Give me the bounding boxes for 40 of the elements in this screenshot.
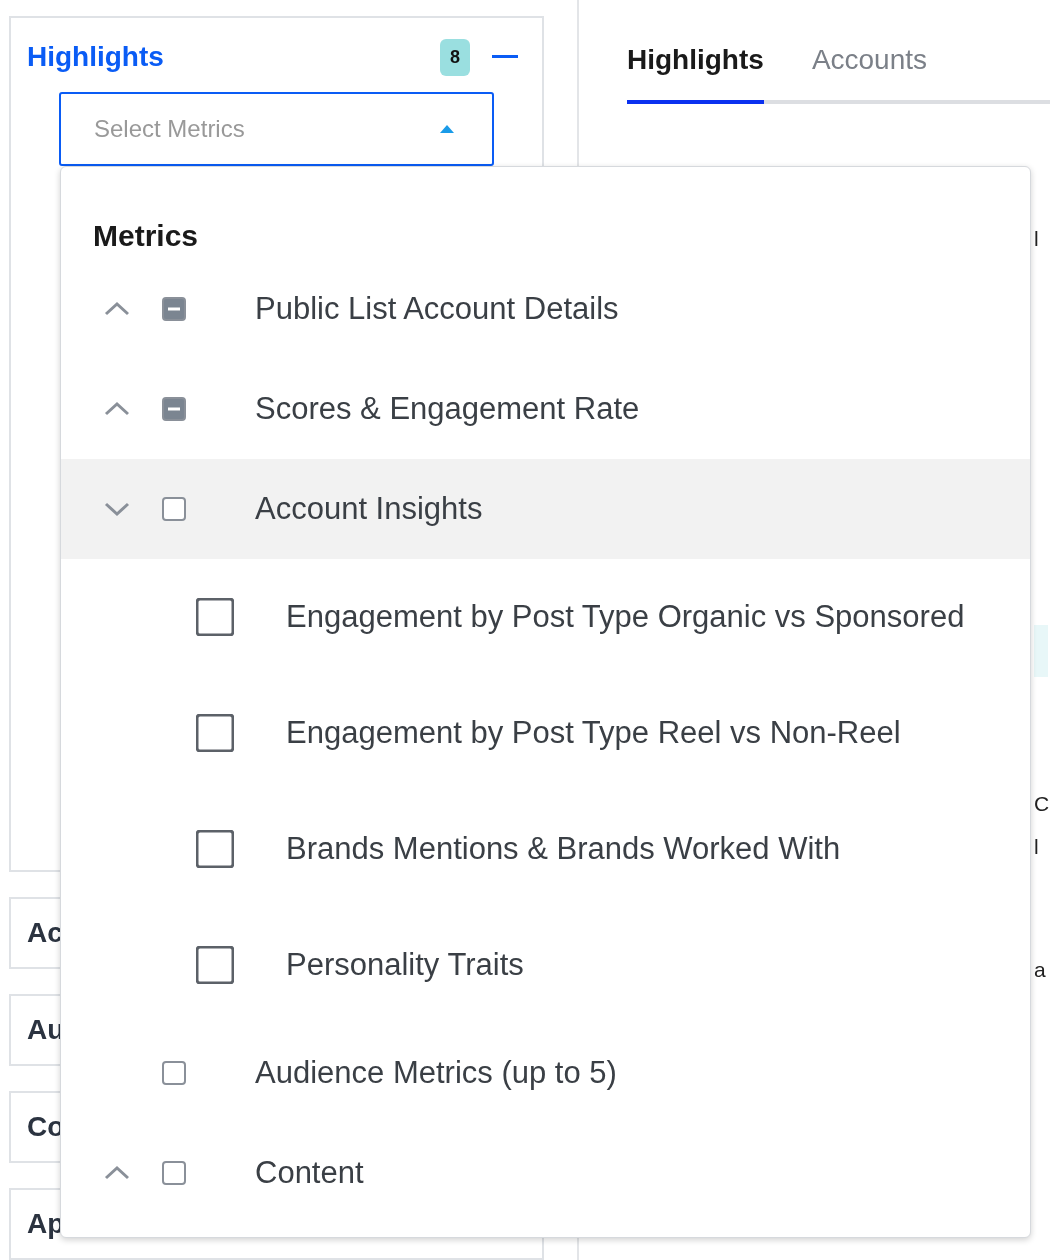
option-row[interactable]: Scores & Engagement Rate	[61, 359, 1030, 459]
checkbox[interactable]	[196, 598, 234, 636]
caret-icon	[440, 125, 454, 133]
option-row[interactable]: Public List Account Details	[61, 259, 1030, 359]
count-badge: 8	[440, 38, 470, 76]
checkbox[interactable]	[196, 946, 234, 984]
text-fragment: l	[1034, 834, 1039, 860]
option-label[interactable]: Brands Mentions & Brands Worked With	[286, 831, 841, 867]
tab[interactable]: Accounts	[811, 44, 928, 104]
checkbox[interactable]	[196, 714, 234, 752]
highlight-band	[1034, 625, 1048, 677]
option-label[interactable]: Public List Account Details	[255, 291, 619, 327]
checkbox[interactable]	[162, 297, 186, 321]
chevron-icon[interactable]	[104, 301, 130, 317]
checkbox[interactable]	[162, 497, 186, 521]
option-label[interactable]: Engagement by Post Type Organic vs Sponsored	[286, 599, 965, 635]
checkbox[interactable]	[162, 397, 186, 421]
text-fragment: l	[1034, 226, 1039, 252]
option-label[interactable]: Scores & Engagement Rate	[255, 391, 640, 427]
option-label[interactable]: Audience Metrics (up to 5)	[255, 1055, 617, 1091]
section-title: Ac	[27, 917, 63, 950]
checkbox[interactable]	[162, 1161, 186, 1185]
checkbox[interactable]	[196, 830, 234, 868]
chevron-icon[interactable]	[104, 401, 130, 417]
text-fragment: a	[1034, 957, 1046, 983]
checkbox[interactable]	[162, 1061, 186, 1085]
option-row[interactable]: Content	[61, 1123, 1030, 1223]
chevron-icon[interactable]	[104, 1165, 130, 1181]
tab[interactable]: Highlights	[627, 44, 764, 104]
collapse-icon[interactable]	[492, 55, 518, 59]
text-fragment: C	[1034, 791, 1050, 817]
option-row[interactable]: Account Insights	[61, 459, 1030, 559]
option-label[interactable]: Account Insights	[255, 491, 483, 527]
option-label[interactable]: Content	[255, 1155, 364, 1191]
option-row[interactable]: Audience Metrics (up to 5)	[61, 1023, 1030, 1123]
panel-title: Highlights	[27, 41, 165, 73]
option-label[interactable]: Personality Traits	[286, 947, 524, 983]
option-label[interactable]: Engagement by Post Type Reel vs Non-Reel	[286, 715, 901, 751]
menu-heading: Metrics	[92, 219, 200, 254]
chevron-icon[interactable]	[104, 501, 130, 517]
